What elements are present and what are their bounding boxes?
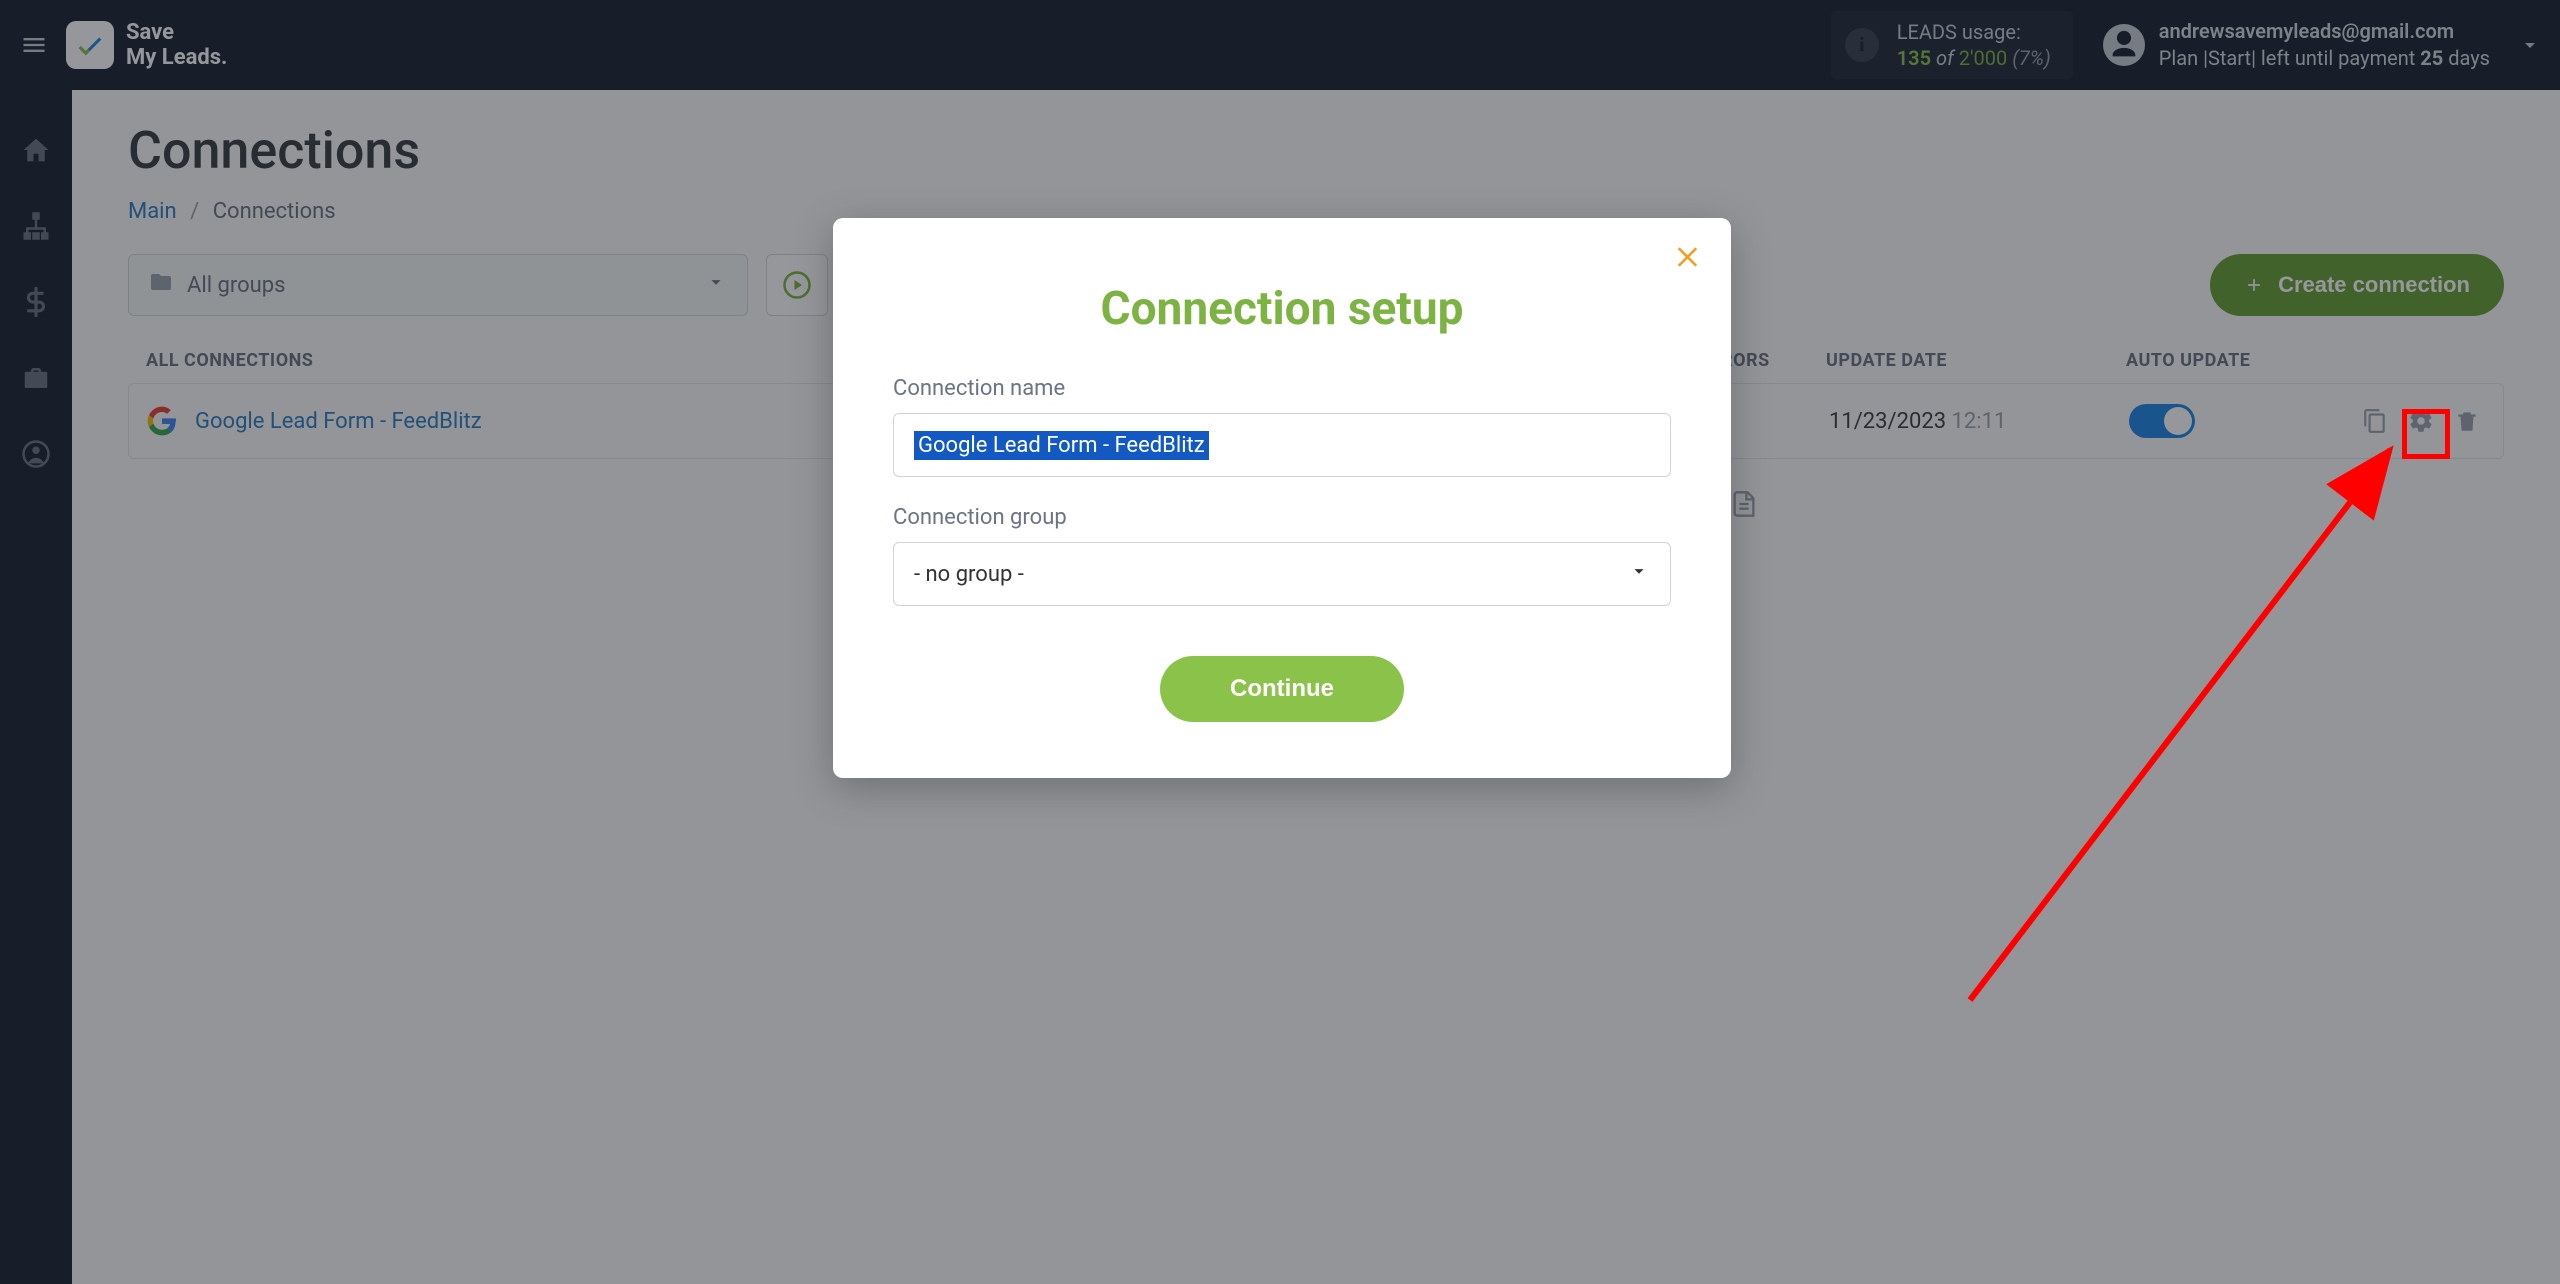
connection-name-input[interactable]: Google Lead Form - FeedBlitz [893,413,1671,477]
continue-button[interactable]: Continue [1160,656,1404,722]
connection-name-label: Connection name [893,376,1671,401]
connection-name-value: Google Lead Form - FeedBlitz [914,431,1209,460]
modal-close-button[interactable] [1673,242,1703,276]
connection-group-select[interactable]: - no group - [893,542,1671,606]
connection-group-value: - no group - [914,562,1024,587]
connection-setup-modal: Connection setup Connection name Google … [833,218,1731,778]
close-icon [1673,242,1703,272]
chevron-down-icon [1628,560,1650,588]
connection-group-label: Connection group [893,505,1671,530]
modal-title: Connection setup [893,282,1671,336]
